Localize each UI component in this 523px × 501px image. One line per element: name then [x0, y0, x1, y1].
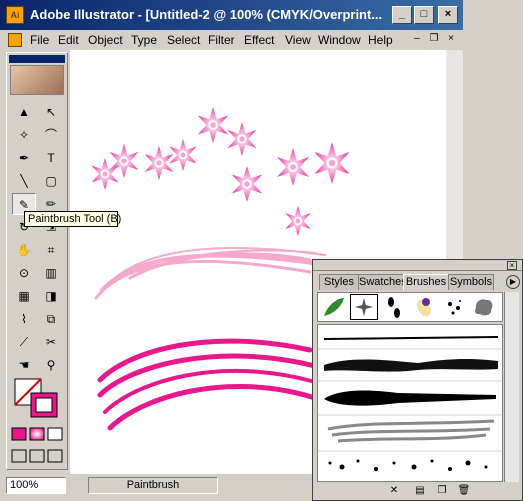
flower-ornament[interactable] — [109, 143, 139, 179]
brush-stroke-row[interactable] — [328, 459, 488, 472]
brushes-panel: × Styles Swatches Brushes Symbols ▶ ✕ ▤ … — [312, 259, 523, 501]
panel-close-button[interactable]: × — [507, 261, 517, 270]
flower-ornament[interactable] — [144, 145, 174, 181]
eyedropper-tool-icon[interactable]: ⌇ — [12, 308, 36, 330]
light-brush-strokes[interactable] — [94, 247, 326, 300]
blend-tool-icon[interactable]: ⧉ — [39, 308, 63, 330]
mesh-tool-icon[interactable]: ▦ — [12, 285, 36, 307]
tools-panel: ▲ ↖ ✧ ⌒ ✒ T ╲ ▢ ✎ ✏ ↻ ⇲ ✋ ⌗ ⊙ ▥ ▦ ◨ ⌇ ⧉ ⟋ ✂ ☚ ⚲ — [6, 52, 68, 470]
panel-menu-button[interactable]: ▶ — [506, 275, 520, 289]
color-mode-buttons[interactable] — [11, 427, 65, 441]
blob-brush-thumb[interactable] — [470, 294, 498, 320]
tab-swatches[interactable]: Swatches — [358, 274, 407, 290]
flower-ornament[interactable] — [314, 142, 350, 184]
brush-thumbnails — [317, 292, 503, 322]
menu-edit[interactable]: Edit — [58, 33, 79, 47]
scissors-tool-icon[interactable]: ✂ — [39, 331, 63, 353]
paintbrush-tooltip: Paintbrush Tool (B) — [24, 211, 121, 227]
new-brush-button[interactable]: ❐ — [433, 485, 451, 499]
lasso-tool-icon[interactable]: ⌒ — [39, 124, 63, 146]
flower-ornament[interactable] — [169, 138, 197, 172]
screen-mode-buttons[interactable] — [11, 449, 65, 463]
pen-tool-icon[interactable]: ✒ — [12, 147, 36, 169]
menu-bar: File Edit Object Type Select Filter Effe… — [0, 30, 463, 50]
tab-brushes[interactable]: Brushes — [403, 274, 449, 290]
menu-type[interactable]: Type — [131, 33, 157, 47]
flower-ornament[interactable] — [197, 106, 229, 144]
menu-view[interactable]: View — [285, 33, 311, 47]
flower-ornament[interactable] — [277, 148, 309, 186]
flower-ornament[interactable] — [231, 165, 263, 203]
direct-selection-tool-icon[interactable]: ↖ — [39, 101, 63, 123]
star-brush-thumb[interactable] — [350, 294, 378, 320]
slice-tool-icon[interactable]: ⟋ — [12, 331, 36, 353]
minimize-button[interactable]: _ — [392, 6, 412, 24]
zoom-tool-icon[interactable]: ⚲ — [39, 354, 63, 376]
brush-stroke-row[interactable] — [324, 390, 496, 406]
tools-panel-titlebar[interactable] — [9, 55, 65, 63]
flower-ornament[interactable] — [285, 205, 311, 237]
document-restore-button[interactable]: ❐ — [427, 33, 441, 46]
maximize-button[interactable]: □ — [414, 6, 434, 24]
symbol-sprayer-tool-icon[interactable]: ⊙ — [12, 262, 36, 284]
menu-window[interactable]: Window — [318, 33, 361, 47]
gradient-tool-icon[interactable]: ◨ — [39, 285, 63, 307]
flower-ornament[interactable] — [227, 121, 257, 157]
tab-styles[interactable]: Styles — [319, 274, 359, 290]
leaf-brush-thumb[interactable] — [320, 294, 348, 320]
brush-stroke-list — [317, 324, 503, 482]
menu-file[interactable]: File — [30, 33, 49, 47]
zoom-field[interactable]: 100% — [6, 477, 66, 494]
document-close-button[interactable]: × — [444, 33, 458, 46]
hand-tool-icon[interactable]: ☚ — [12, 354, 36, 376]
brush-strokes — [318, 336, 502, 472]
menu-select[interactable]: Select — [167, 33, 200, 47]
current-tool-status[interactable]: Paintbrush — [88, 477, 218, 494]
type-tool-icon[interactable]: T — [39, 147, 63, 169]
menu-filter[interactable]: Filter — [208, 33, 235, 47]
menu-help[interactable]: Help — [368, 33, 393, 47]
magic-wand-tool-icon[interactable]: ✧ — [12, 124, 36, 146]
brush-stroke-row[interactable] — [324, 359, 498, 372]
warp-tool-icon[interactable]: ✋ — [12, 239, 36, 261]
close-button[interactable]: × — [438, 6, 458, 24]
line-tool-icon[interactable]: ╲ — [12, 170, 36, 192]
document-icon[interactable] — [8, 33, 22, 47]
brush-options-button[interactable]: ▤ — [411, 485, 429, 499]
illustrator-app-icon[interactable]: Ai — [6, 6, 24, 24]
pink-brush-strokes[interactable] — [97, 338, 318, 431]
panel-titlebar[interactable] — [313, 260, 522, 271]
delete-brush-icon[interactable]: 🗑 — [455, 485, 473, 499]
window-title: Adobe Illustrator - [Untitled-2 @ 100% (… — [30, 7, 383, 22]
fill-stroke-swatch[interactable] — [13, 377, 61, 419]
selection-tool-icon[interactable]: ▲ — [12, 101, 36, 123]
document-minimize-button[interactable]: – — [410, 33, 424, 46]
remove-brush-stroke-button[interactable]: ✕ — [385, 485, 403, 499]
illustrator-logo[interactable] — [10, 65, 64, 95]
rectangle-tool-icon[interactable]: ▢ — [39, 170, 63, 192]
free-transform-tool-icon[interactable]: ⌗ — [39, 239, 63, 261]
menu-effect[interactable]: Effect — [244, 33, 274, 47]
menu-object[interactable]: Object — [88, 33, 123, 47]
column-graph-tool-icon[interactable]: ▥ — [39, 262, 63, 284]
footprint-brush-thumb[interactable] — [380, 294, 408, 320]
panel-bottom-toolbar: ✕ ▤ ❐ 🗑 — [313, 484, 522, 500]
flower-ornament[interactable] — [91, 157, 119, 191]
tab-symbols[interactable]: Symbols — [448, 274, 494, 290]
brush-stroke-row[interactable] — [323, 336, 499, 340]
panel-scrollbar[interactable] — [504, 292, 519, 482]
splatter-brush-thumb[interactable] — [440, 294, 468, 320]
title-bar[interactable]: Ai Adobe Illustrator - [Untitled-2 @ 100… — [0, 0, 463, 30]
flower-brush-thumb[interactable] — [410, 294, 438, 320]
brush-stroke-row[interactable] — [327, 419, 495, 443]
